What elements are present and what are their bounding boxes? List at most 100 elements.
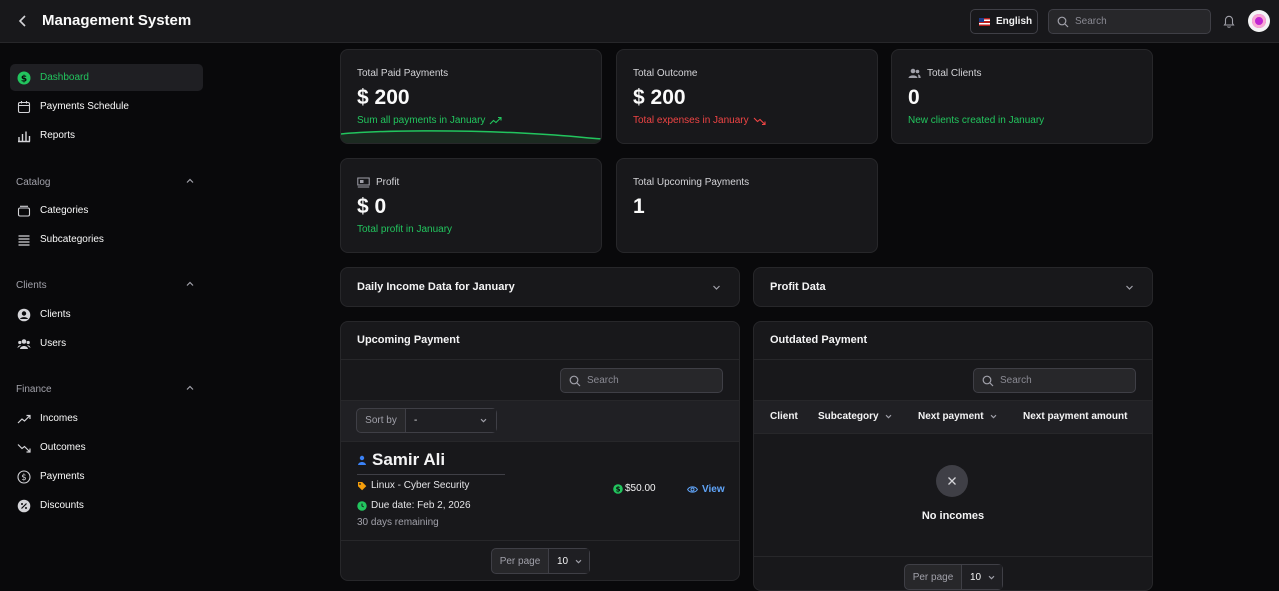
svg-text:$: $ <box>21 74 27 84</box>
stat-value: $ 200 <box>357 86 410 109</box>
sidebar-item-label: Clients <box>40 309 71 320</box>
upcoming-search[interactable] <box>560 368 723 393</box>
trending-down-icon <box>753 117 766 125</box>
user-icon <box>358 455 366 465</box>
stat-sub: Total profit in January <box>357 224 453 235</box>
back-arrow-icon[interactable] <box>14 12 32 30</box>
stat-card-total-outcome: Total Outcome $ 200 Total expenses in Ja… <box>616 49 878 144</box>
sidebar-item-subcategories[interactable]: Subcategories <box>10 226 203 253</box>
panel-header: Upcoming Payment <box>341 322 739 360</box>
search-row <box>754 360 1152 401</box>
column-next-payment-amount[interactable]: Next payment amount <box>1023 411 1127 422</box>
chevron-up-icon[interactable] <box>185 176 195 186</box>
sidebar: $ Dashboard Payments Schedule Reports Ca… <box>0 43 214 584</box>
upcoming-search-input[interactable] <box>587 375 697 386</box>
bar-chart-icon <box>18 131 31 142</box>
stat-sub: Sum all payments in January <box>357 115 502 126</box>
stat-card-profit: Profit $ 0 Total profit in January <box>340 158 602 253</box>
collapsible-daily-income[interactable]: Daily Income Data for January <box>340 267 740 307</box>
stat-card-total-upcoming: Total Upcoming Payments 1 <box>616 158 878 253</box>
avatar-image <box>1252 14 1266 28</box>
divider <box>357 474 505 475</box>
per-page-value: 10 <box>557 555 569 567</box>
stat-label: Profit <box>357 177 399 188</box>
users-icon <box>908 68 921 78</box>
top-bar: Management System English <box>0 0 1279 43</box>
dollar-circle-icon: $ <box>17 71 31 84</box>
discount-icon <box>17 499 31 512</box>
pagination-row: Per page 10 <box>754 556 1152 590</box>
filter-row: Sort by - <box>341 401 739 442</box>
chevron-down-icon <box>885 414 891 419</box>
per-page-select[interactable]: 10 <box>549 549 589 573</box>
sidebar-item-dashboard[interactable]: $ Dashboard <box>10 64 203 91</box>
payment-due-date: Due date: Feb 2, 2026 <box>357 500 471 511</box>
outdated-search[interactable] <box>973 368 1136 393</box>
sidebar-item-reports[interactable]: Reports <box>10 122 203 149</box>
stat-label: Total Upcoming Payments <box>633 177 750 188</box>
sort-control[interactable]: Sort by - <box>356 408 497 433</box>
sidebar-item-users[interactable]: Users <box>10 330 203 357</box>
stat-value: 0 <box>908 86 920 109</box>
sidebar-item-discounts[interactable]: Discounts <box>10 492 203 519</box>
per-page-control[interactable]: Per page 10 <box>491 548 590 574</box>
sidebar-item-label: Outcomes <box>40 442 86 453</box>
banknote-icon <box>357 177 370 188</box>
language-label: English <box>996 16 1033 27</box>
chevron-up-icon[interactable] <box>185 279 195 289</box>
empty-state-text: No incomes <box>921 510 985 522</box>
svg-text:$: $ <box>21 473 26 483</box>
stat-sub-text: Sum all payments in January <box>357 115 486 126</box>
global-search[interactable] <box>1048 9 1211 34</box>
panel-title: Outdated Payment <box>770 334 868 346</box>
client-name-text: Samir Ali <box>372 450 446 469</box>
view-link-text: View <box>702 484 725 495</box>
view-payment-link[interactable]: View <box>687 484 725 495</box>
chevron-down-icon[interactable] <box>1124 282 1135 293</box>
chevron-up-icon[interactable] <box>185 383 195 393</box>
search-icon <box>1057 16 1069 27</box>
search-row <box>341 360 739 401</box>
close-icon <box>948 477 956 485</box>
per-page-select[interactable]: 10 <box>962 565 1002 589</box>
column-subcategory[interactable]: Subcategory <box>818 411 893 422</box>
avatar[interactable] <box>1248 10 1270 32</box>
collapsible-profit-data[interactable]: Profit Data <box>753 267 1153 307</box>
sidebar-item-clients[interactable]: Clients <box>10 301 203 328</box>
per-page-control[interactable]: Per page 10 <box>904 564 1003 590</box>
sidebar-item-outcomes[interactable]: Outcomes <box>10 434 203 461</box>
dollar-circle-icon: $ <box>17 469 31 484</box>
chevron-down-icon[interactable] <box>711 282 722 293</box>
app-title: Management System <box>42 12 192 29</box>
column-client[interactable]: Client <box>770 411 798 422</box>
language-button[interactable]: English <box>970 9 1038 34</box>
section-finance-label: Finance <box>16 384 52 395</box>
chevron-down-icon <box>480 418 487 423</box>
sparkline <box>341 130 601 143</box>
column-next-payment[interactable]: Next payment <box>918 411 998 422</box>
outdated-search-input[interactable] <box>1000 375 1110 386</box>
stat-label-text: Profit <box>376 177 400 188</box>
amount-text: $50.00 <box>625 483 656 494</box>
sidebar-item-label: Dashboard <box>40 72 89 83</box>
per-page-label: Per page <box>905 565 962 589</box>
stat-value: 1 <box>633 195 645 218</box>
sidebar-item-payments[interactable]: $ Payments <box>10 463 203 490</box>
global-search-input[interactable] <box>1075 16 1185 27</box>
eye-icon <box>687 486 698 493</box>
stat-sub: Total expenses in January <box>633 115 766 126</box>
stat-value: $ 200 <box>633 86 686 109</box>
sidebar-item-categories[interactable]: Categories <box>10 197 203 224</box>
payment-category: Linux - Cyber Security <box>357 480 469 491</box>
collapsible-title: Daily Income Data for January <box>357 281 515 293</box>
panel-title: Upcoming Payment <box>357 334 460 346</box>
table-header: Client Subcategory Next payment Next pay… <box>754 401 1152 434</box>
sort-select[interactable]: - <box>406 409 496 432</box>
column-label: Next payment amount <box>1023 411 1128 422</box>
sidebar-item-payments-schedule[interactable]: Payments Schedule <box>10 93 203 120</box>
sidebar-item-incomes[interactable]: Incomes <box>10 405 203 432</box>
dollar-circle-icon: $ <box>613 483 623 494</box>
stat-sub-text: Total expenses in January <box>633 115 749 126</box>
column-label: Client <box>770 411 798 422</box>
bell-icon[interactable] <box>1220 12 1238 30</box>
